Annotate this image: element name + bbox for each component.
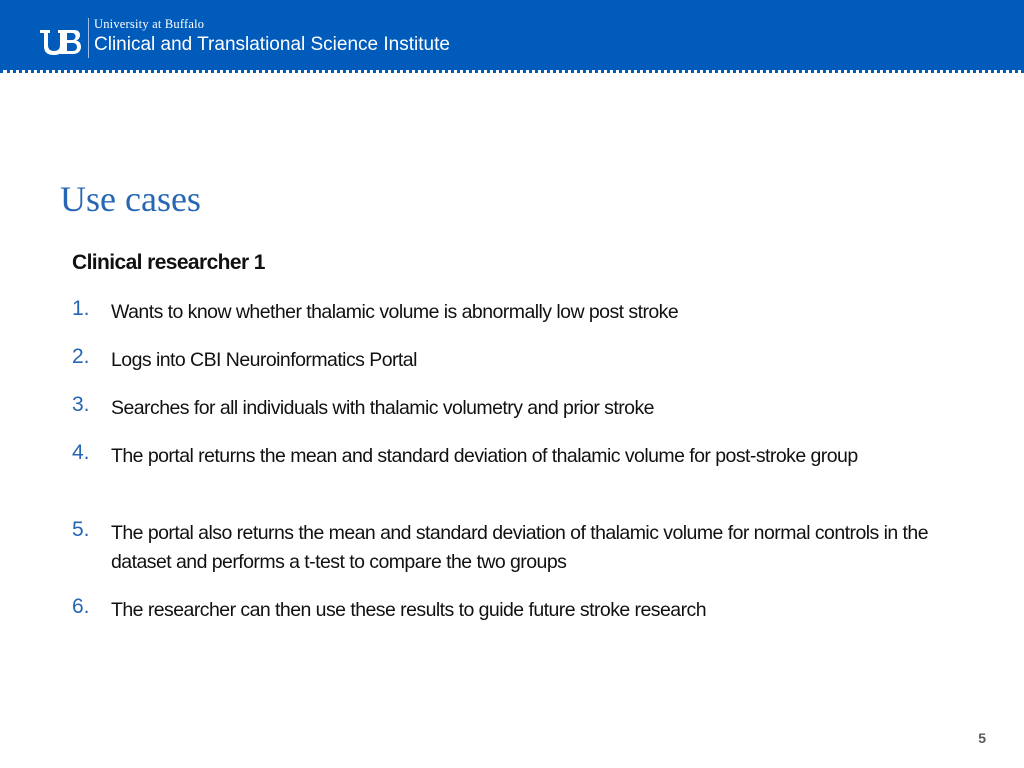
header-dotted-divider — [0, 70, 1024, 73]
step-number: 3. — [72, 393, 90, 416]
header-bar: University at Buffalo Clinical and Trans… — [0, 0, 1024, 70]
slide-title: Use cases — [60, 179, 201, 219]
step-number: 4. — [72, 441, 90, 464]
institute-name: Clinical and Translational Science Insti… — [94, 34, 450, 55]
step-text: Searches for all individuals with thalam… — [111, 397, 655, 419]
step-text: The researcher can then use these result… — [111, 599, 707, 621]
step-text: Wants to know whether thalamic volume is… — [111, 301, 679, 323]
step-number: 5. — [72, 518, 90, 541]
ub-logo-icon — [40, 30, 81, 55]
page-number: 5 — [978, 730, 986, 746]
step-number: 1. — [72, 297, 90, 320]
logo-divider — [88, 18, 89, 58]
step-number: 6. — [72, 595, 90, 618]
step-text: The portal returns the mean and standard… — [111, 445, 858, 467]
step-number: 2. — [72, 345, 90, 368]
step-text: The portal also returns the mean and sta… — [111, 522, 929, 573]
university-name: University at Buffalo — [94, 17, 205, 31]
slide-subtitle: Clinical researcher 1 — [72, 251, 265, 274]
step-text: Logs into CBI Neuroinformatics Portal — [111, 349, 417, 371]
